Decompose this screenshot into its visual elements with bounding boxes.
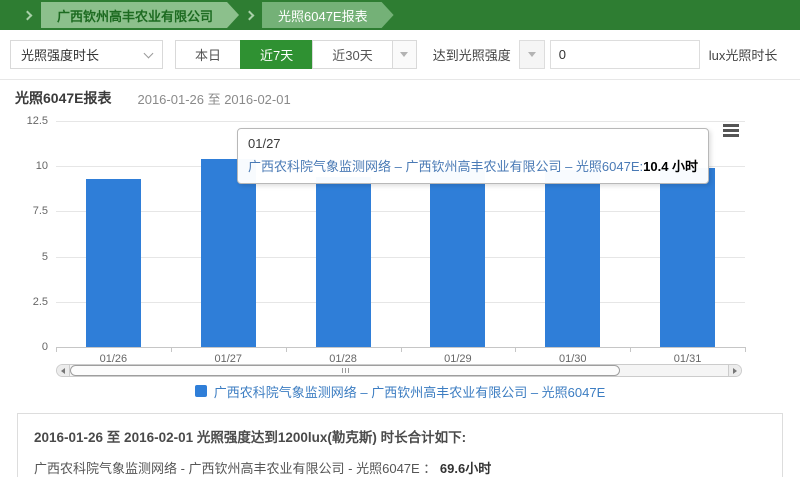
chevron-right-icon xyxy=(23,10,33,20)
scrollbar-left-button[interactable] xyxy=(57,365,70,376)
metric-select-value: 光照强度时长 xyxy=(21,45,99,64)
gridline xyxy=(56,211,745,212)
x-axis-tick xyxy=(745,347,746,352)
y-axis-label: 12.5 xyxy=(0,115,48,127)
summary-box: 2016-01-26 至 2016-02-01 光照强度达到1200lux(勒克… xyxy=(17,413,783,477)
filter-toolbar: 光照强度时长 本日 近7天 近30天 达到光照强度 lux光照时长 xyxy=(0,30,800,80)
threshold-input[interactable] xyxy=(550,40,700,69)
y-axis-label: 10 xyxy=(0,160,48,172)
y-axis-label: 7.5 xyxy=(0,205,48,217)
report-header: 光照6047E报表 2016-01-26 至 2016-02-01 xyxy=(0,80,800,110)
gridline xyxy=(56,302,745,303)
range-button-7days[interactable]: 近7天 xyxy=(240,40,313,69)
summary-heading: 2016-01-26 至 2016-02-01 光照强度达到1200lux(勒克… xyxy=(34,426,766,446)
breadcrumb-item-report[interactable]: 光照6047E报表 xyxy=(262,2,394,28)
bar-01-27[interactable] xyxy=(201,159,256,347)
grip-icon xyxy=(341,368,350,373)
summary-total-value: 69.6小时 xyxy=(440,461,491,476)
y-axis-label: 0 xyxy=(0,341,48,353)
tooltip-series-label: 广西农科院气象监测网络 – 广西钦州高丰农业有限公司 – 光照6047E: xyxy=(248,159,643,174)
scrollbar-right-button[interactable] xyxy=(728,365,741,376)
gridline xyxy=(56,257,745,258)
bar-01-28[interactable] xyxy=(316,177,371,347)
scrollbar-thumb[interactable] xyxy=(70,365,620,376)
threshold-unit-label: lux光照时长 xyxy=(709,45,778,64)
tooltip-date: 01/27 xyxy=(248,136,698,151)
bar-chart: 01/27 广西农科院气象监测网络 – 广西钦州高丰农业有限公司 – 光照604… xyxy=(0,110,800,362)
summary-series-label: 广西农科院气象监测网络 - 广西钦州高丰农业有限公司 - 光照6047E ： xyxy=(34,461,440,476)
summary-line: 广西农科院气象监测网络 - 广西钦州高丰农业有限公司 - 光照6047E ： 6… xyxy=(34,458,766,477)
tooltip-body: 广西农科院气象监测网络 – 广西钦州高丰农业有限公司 – 光照6047E:10.… xyxy=(248,156,698,175)
bar-01-26[interactable] xyxy=(86,179,141,347)
breadcrumb-item-company[interactable]: 广西钦州高丰农业有限公司 xyxy=(41,2,239,28)
x-axis-tick xyxy=(401,347,402,352)
bar-01-31[interactable] xyxy=(660,168,715,347)
breadcrumb-company-label: 广西钦州高丰农业有限公司 xyxy=(57,6,213,25)
bar-01-30[interactable] xyxy=(545,170,600,347)
chevron-right-icon xyxy=(245,10,255,20)
chart-scrollbar[interactable] xyxy=(56,364,742,377)
date-range-button-group: 本日 近7天 近30天 xyxy=(176,40,417,69)
breadcrumb-report-label: 光照6047E报表 xyxy=(278,6,368,25)
chart-tooltip: 01/27 广西农科院气象监测网络 – 广西钦州高丰农业有限公司 – 光照604… xyxy=(237,128,709,184)
arrow-left-icon xyxy=(61,368,65,374)
x-axis-tick xyxy=(171,347,172,352)
chevron-down-icon xyxy=(144,48,154,58)
legend-swatch xyxy=(195,385,207,397)
x-axis-tick xyxy=(630,347,631,352)
tooltip-value: 10.4 小时 xyxy=(643,159,698,174)
legend-label: 广西农科院气象监测网络 – 广西钦州高丰农业有限公司 – 光照6047E xyxy=(214,382,606,401)
metric-select[interactable]: 光照强度时长 xyxy=(10,40,163,69)
bar-01-29[interactable] xyxy=(430,168,485,347)
threshold-dropdown-button[interactable] xyxy=(519,40,545,69)
report-date-range: 2016-01-26 至 2016-02-01 xyxy=(137,89,290,108)
caret-down-icon xyxy=(400,52,408,57)
breadcrumb: 广西钦州高丰农业有限公司 光照6047E报表 xyxy=(0,0,800,30)
x-axis-tick xyxy=(56,347,57,352)
y-axis-label: 5 xyxy=(0,251,48,263)
x-axis-tick xyxy=(286,347,287,352)
arrow-right-icon xyxy=(733,368,737,374)
x-axis-tick xyxy=(515,347,516,352)
range-dropdown-button[interactable] xyxy=(392,40,417,69)
caret-down-icon xyxy=(528,52,536,57)
y-axis-label: 2.5 xyxy=(0,296,48,308)
export-menu-icon[interactable] xyxy=(723,124,739,139)
range-button-today[interactable]: 本日 xyxy=(175,40,241,69)
chart-legend[interactable]: 广西农科院气象监测网络 – 广西钦州高丰农业有限公司 – 光照6047E xyxy=(0,377,800,405)
report-title: 光照6047E报表 xyxy=(15,88,111,108)
threshold-label: 达到光照强度 xyxy=(433,45,511,64)
gridline xyxy=(56,121,745,122)
range-button-30days[interactable]: 近30天 xyxy=(312,40,392,69)
